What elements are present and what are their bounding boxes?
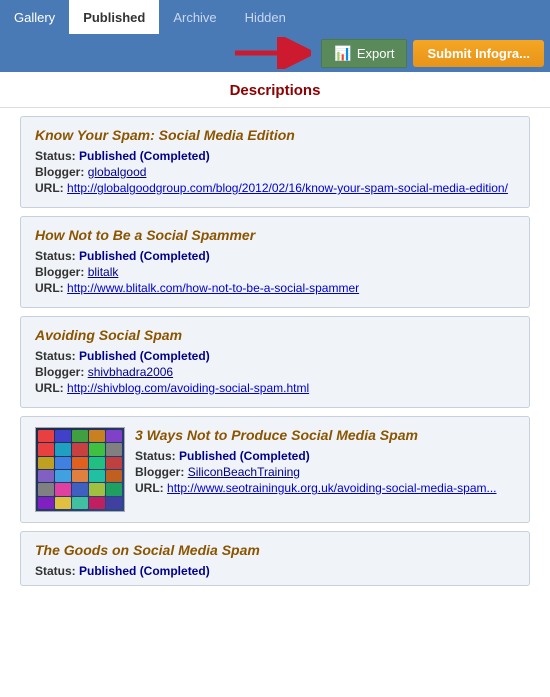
thumb-cell	[89, 483, 105, 495]
thumb-cell	[55, 497, 71, 509]
card-1-title: Know Your Spam: Social Media Edition	[35, 127, 515, 143]
card-4-url: URL: http://www.seotraininguk.org.uk/avo…	[135, 481, 515, 495]
card-2-blogger-link[interactable]: blitalk	[88, 265, 119, 279]
card-2-blogger: Blogger: blitalk	[35, 265, 515, 279]
card-3-url: URL: http://shivblog.com/avoiding-social…	[35, 381, 515, 395]
card-4-url-link[interactable]: http://www.seotraininguk.org.uk/avoiding…	[167, 481, 496, 495]
card-4-blogger-link[interactable]: SiliconBeachTraining	[188, 465, 300, 479]
card-4: 3 Ways Not to Produce Social Media Spam …	[20, 416, 530, 523]
section-title: Descriptions	[0, 72, 550, 108]
card-4-status: Status: Published (Completed)	[135, 449, 515, 463]
card-5-title: The Goods on Social Media Spam	[35, 542, 515, 558]
thumb-cell	[55, 443, 71, 455]
export-icon: 📊	[334, 45, 351, 62]
thumb-cell	[89, 443, 105, 455]
thumb-cell	[38, 430, 54, 442]
card-3-url-link[interactable]: http://shivblog.com/avoiding-social-spam…	[67, 381, 309, 395]
thumb-cell	[72, 443, 88, 455]
card-3-status: Status: Published (Completed)	[35, 349, 515, 363]
card-3-title: Avoiding Social Spam	[35, 327, 515, 343]
thumb-cell	[55, 430, 71, 442]
card-3-blogger: Blogger: shivbhadra2006	[35, 365, 515, 379]
export-button[interactable]: 📊 Export	[321, 39, 407, 68]
card-1-blogger-link[interactable]: globalgood	[88, 165, 147, 179]
card-2: How Not to Be a Social Spammer Status: P…	[20, 216, 530, 308]
thumb-cell	[89, 497, 105, 509]
card-1-url: URL: http://globalgoodgroup.com/blog/201…	[35, 181, 515, 195]
thumb-cell	[106, 443, 122, 455]
card-2-url-link[interactable]: http://www.blitalk.com/how-not-to-be-a-s…	[67, 281, 359, 295]
thumb-cell	[55, 483, 71, 495]
submit-button[interactable]: Submit Infogra...	[413, 40, 544, 67]
card-4-blogger: Blogger: SiliconBeachTraining	[135, 465, 515, 479]
thumb-cell	[89, 457, 105, 469]
thumb-cell	[38, 457, 54, 469]
arrow-annotation	[6, 37, 315, 69]
thumb-cell	[106, 457, 122, 469]
thumb-cell	[89, 470, 105, 482]
toolbar: 📊 Export Submit Infogra...	[0, 34, 550, 72]
tab-hidden[interactable]: Hidden	[231, 0, 300, 34]
thumb-cell	[38, 497, 54, 509]
thumb-cell	[55, 457, 71, 469]
thumb-cell	[106, 497, 122, 509]
thumb-cell	[106, 483, 122, 495]
card-4-thumbnail	[35, 427, 125, 512]
thumb-cell	[38, 483, 54, 495]
cards-container: Know Your Spam: Social Media Edition Sta…	[0, 116, 550, 586]
card-4-title: 3 Ways Not to Produce Social Media Spam	[135, 427, 515, 443]
thumb-cell	[72, 430, 88, 442]
card-1: Know Your Spam: Social Media Edition Sta…	[20, 116, 530, 208]
thumb-cell	[72, 497, 88, 509]
thumb-cell	[89, 430, 105, 442]
tab-published[interactable]: Published	[69, 0, 159, 34]
card-4-content: 3 Ways Not to Produce Social Media Spam …	[135, 427, 515, 512]
card-3-blogger-link[interactable]: shivbhadra2006	[88, 365, 173, 379]
card-1-blogger: Blogger: globalgood	[35, 165, 515, 179]
thumb-cell	[106, 430, 122, 442]
export-label: Export	[357, 46, 395, 61]
tab-archive[interactable]: Archive	[159, 0, 230, 34]
card-2-url: URL: http://www.blitalk.com/how-not-to-b…	[35, 281, 515, 295]
card-4-inner: 3 Ways Not to Produce Social Media Spam …	[35, 427, 515, 512]
card-5: The Goods on Social Media Spam Status: P…	[20, 531, 530, 586]
card-2-status: Status: Published (Completed)	[35, 249, 515, 263]
thumb-cell	[38, 470, 54, 482]
thumb-cell	[72, 457, 88, 469]
card-2-title: How Not to Be a Social Spammer	[35, 227, 515, 243]
thumb-cell	[106, 470, 122, 482]
tab-bar: Gallery Published Archive Hidden	[0, 0, 550, 34]
card-3: Avoiding Social Spam Status: Published (…	[20, 316, 530, 408]
card-5-status: Status: Published (Completed)	[35, 564, 515, 578]
card-1-status: Status: Published (Completed)	[35, 149, 515, 163]
thumb-cell	[55, 470, 71, 482]
tab-gallery[interactable]: Gallery	[0, 0, 69, 34]
thumb-cell	[72, 483, 88, 495]
card-1-url-link[interactable]: http://globalgoodgroup.com/blog/2012/02/…	[67, 181, 508, 195]
thumb-cell	[38, 443, 54, 455]
thumb-cell	[72, 470, 88, 482]
